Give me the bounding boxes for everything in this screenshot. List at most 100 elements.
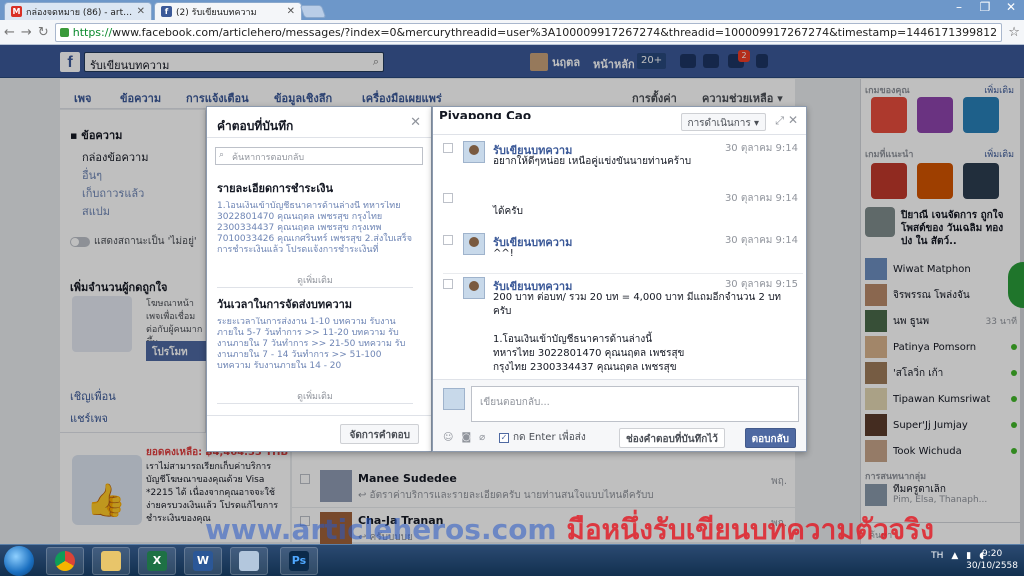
- message-time: 30 ตุลาคม 9:14: [724, 143, 798, 154]
- word-icon: W: [193, 551, 213, 571]
- manage-replies-button[interactable]: จัดการคำตอบ: [340, 424, 419, 444]
- message-checkbox[interactable]: [443, 235, 453, 245]
- press-enter-label: กด Enter เพื่อส่ง: [513, 432, 586, 443]
- message-checkbox[interactable]: [443, 279, 453, 289]
- press-enter-option[interactable]: ✓ กด Enter เพื่อส่ง: [499, 430, 586, 445]
- app-taskbar-button[interactable]: [230, 547, 268, 575]
- saved-reply-item[interactable]: วันเวลาในการจัดส่งบทความ ระยะเวลาในการส่…: [217, 295, 413, 403]
- reload-icon[interactable]: ↻: [38, 25, 49, 40]
- message-item: รับเขียนบทความ 30 ตุลาคม 9:14 อยากให้ดีๆ…: [433, 137, 806, 177]
- close-window-icon[interactable]: ✕: [1002, 0, 1020, 14]
- photoshop-taskbar-button[interactable]: Ps: [280, 547, 318, 575]
- new-tab-button[interactable]: [299, 5, 327, 18]
- divider: [217, 403, 413, 404]
- message-item: รับเขียนบทความ 30 ตุลาคม 9:14 ^^!: [433, 229, 806, 271]
- message-item: รับเขียนบทความ 30 ตุลาคม 9:15 200 บาท ต่…: [433, 273, 806, 379]
- close-icon[interactable]: ✕: [410, 115, 421, 130]
- star-icon[interactable]: ☆: [1008, 25, 1020, 40]
- url-path: www.facebook.com/articlehero/messages/?i…: [112, 25, 998, 39]
- chrome-icon: [55, 551, 75, 571]
- saved-reply-title: รายละเอียดการชำระเงิน: [217, 182, 333, 195]
- close-tab-icon[interactable]: ✕: [137, 6, 145, 17]
- maximize-icon[interactable]: ❐: [976, 0, 994, 14]
- reply-input[interactable]: เขียนตอบกลับ...: [471, 386, 799, 422]
- saved-replies-footer: จัดการคำตอบ: [207, 415, 431, 451]
- excel-icon: X: [147, 551, 167, 571]
- avatar: [463, 233, 485, 255]
- message-time: 30 ตุลาคม 9:15: [724, 279, 798, 290]
- saved-reply-title: วันเวลาในการจัดส่งบทความ: [217, 298, 353, 311]
- divider: [443, 273, 803, 274]
- saved-reply-item[interactable]: รายละเอียดการชำระเงิน 1.โอนเงินเข้าบัญชี…: [217, 179, 413, 287]
- conversation-name: Piyapong Cao: [439, 109, 532, 119]
- reply-placeholder: เขียนตอบกลับ...: [480, 397, 550, 408]
- see-more-link[interactable]: ดูเพิ่มเติม: [217, 273, 413, 287]
- saved-reply-body: ระยะเวลาในการส่งงาน 1-10 บทความ รับงานภา…: [217, 317, 406, 371]
- tab-title: กล่องจดหมาย (86) - articleh: [26, 7, 133, 18]
- close-icon[interactable]: ✕: [788, 113, 798, 127]
- conversation-header: Piyapong Cao การดำเนินการ ▾ ⤢ ✕: [433, 107, 806, 135]
- watermark-slogan: มือหนึ่งรับเขียนบทความตัวจริง: [566, 513, 934, 546]
- photoshop-icon: Ps: [289, 551, 309, 571]
- message-text: ได้ครับ: [493, 206, 523, 217]
- browser-tab-bar: M กล่องจดหมาย (86) - articleh ✕ f (2) รั…: [0, 0, 1024, 20]
- search-icon: ⌕: [219, 150, 225, 160]
- folder-icon: [101, 551, 121, 571]
- tray-arrow-icon[interactable]: ▲: [951, 551, 958, 561]
- reply-button[interactable]: ตอบกลับ: [744, 428, 796, 448]
- actions-dropdown[interactable]: การดำเนินการ ▾: [680, 113, 766, 131]
- tab-gmail[interactable]: M กล่องจดหมาย (86) - articleh ✕: [4, 2, 152, 20]
- reply-composer: เขียนตอบกลับ... ☺ ◙ ⌀ ✓ กด Enter เพื่อส่…: [433, 379, 806, 451]
- saved-replies-dialog: คำตอบที่บันทึก ✕ ⌕ ค้นหาการตอบกลับ รายละ…: [206, 106, 432, 452]
- clock[interactable]: 9:20 30/10/2558: [966, 548, 1018, 572]
- back-icon[interactable]: ←: [4, 25, 15, 40]
- search-placeholder: ค้นหาการตอบกลับ: [232, 153, 305, 163]
- message-checkbox[interactable]: [443, 193, 453, 203]
- conversation-messages: รับเขียนบทความ 30 ตุลาคม 9:14 อยากให้ดีๆ…: [433, 135, 806, 379]
- message-text: อยากให้ดีๆหน่อย เหนือคู่แข่งขันนายท่านคร…: [493, 156, 692, 167]
- explorer-taskbar-button[interactable]: [92, 547, 130, 575]
- url-scheme: https://: [72, 25, 113, 39]
- divider: [207, 137, 431, 138]
- message-checkbox[interactable]: [443, 143, 453, 153]
- window-app-icon: [239, 551, 259, 571]
- emoji-icon[interactable]: ☺: [443, 432, 453, 443]
- url-text: https://www.facebook.com/articlehero/mes…: [73, 26, 997, 39]
- windows-taskbar: X W Ps TH ▲ ▮ ◖ 9:20 30/10/2558: [0, 544, 1024, 576]
- language-indicator[interactable]: TH: [931, 551, 943, 561]
- conversation-panel: Piyapong Cao การดำเนินการ ▾ ⤢ ✕ รับเขียน…: [432, 106, 807, 452]
- chrome-taskbar-button[interactable]: [46, 547, 84, 575]
- gmail-icon: M: [11, 6, 22, 17]
- see-more-link[interactable]: ดูเพิ่มเติม: [217, 389, 413, 403]
- facebook-icon: f: [161, 6, 172, 17]
- watermark-url: www.articleheros.com: [205, 513, 557, 546]
- message-text: ^^!: [493, 248, 514, 259]
- address-bar: ← → ↻ https://www.facebook.com/articlehe…: [0, 20, 1024, 45]
- clock-time: 9:20: [981, 549, 1003, 559]
- message-item: 30 ตุลาคม 9:14 ได้ครับ: [433, 187, 806, 227]
- lock-icon: [59, 27, 69, 37]
- attach-icon[interactable]: ⌀: [479, 432, 485, 443]
- avatar: [443, 388, 465, 410]
- saved-replies-search-input[interactable]: ⌕ ค้นหาการตอบกลับ: [215, 147, 423, 165]
- expand-icon[interactable]: ⤢: [775, 114, 784, 128]
- saved-replies-title: คำตอบที่บันทึก: [217, 119, 294, 133]
- tab-facebook[interactable]: f (2) รับเขียนบทความ ✕: [154, 2, 302, 20]
- saved-replies-button[interactable]: ช่องคำตอบที่บันทึกไว้: [619, 428, 725, 448]
- message-time: 30 ตุลาคม 9:14: [724, 193, 798, 204]
- close-tab-icon[interactable]: ✕: [287, 6, 295, 17]
- minimize-icon[interactable]: –: [950, 0, 968, 14]
- start-button[interactable]: [4, 546, 34, 576]
- composer-tools: ☺ ◙ ⌀: [443, 432, 485, 443]
- camera-icon[interactable]: ◙: [461, 432, 471, 443]
- url-input[interactable]: https://www.facebook.com/articlehero/mes…: [54, 22, 1003, 42]
- forward-icon[interactable]: →: [21, 25, 32, 40]
- window-controls: – ❐ ✕: [950, 0, 1020, 14]
- press-enter-checkbox[interactable]: ✓: [499, 432, 509, 443]
- avatar: [463, 141, 485, 163]
- message-text: 200 บาท ต่อบท/ รวม 20 บท = 4,000 บาท มีแ…: [493, 292, 782, 373]
- excel-taskbar-button[interactable]: X: [138, 547, 176, 575]
- tab-title: (2) รับเขียนบทความ: [176, 7, 257, 18]
- word-taskbar-button[interactable]: W: [184, 547, 222, 575]
- saved-reply-body: 1.โอนเงินเข้าบัญชีธนาคารด้านล่างนี้ ทหาร…: [217, 201, 413, 255]
